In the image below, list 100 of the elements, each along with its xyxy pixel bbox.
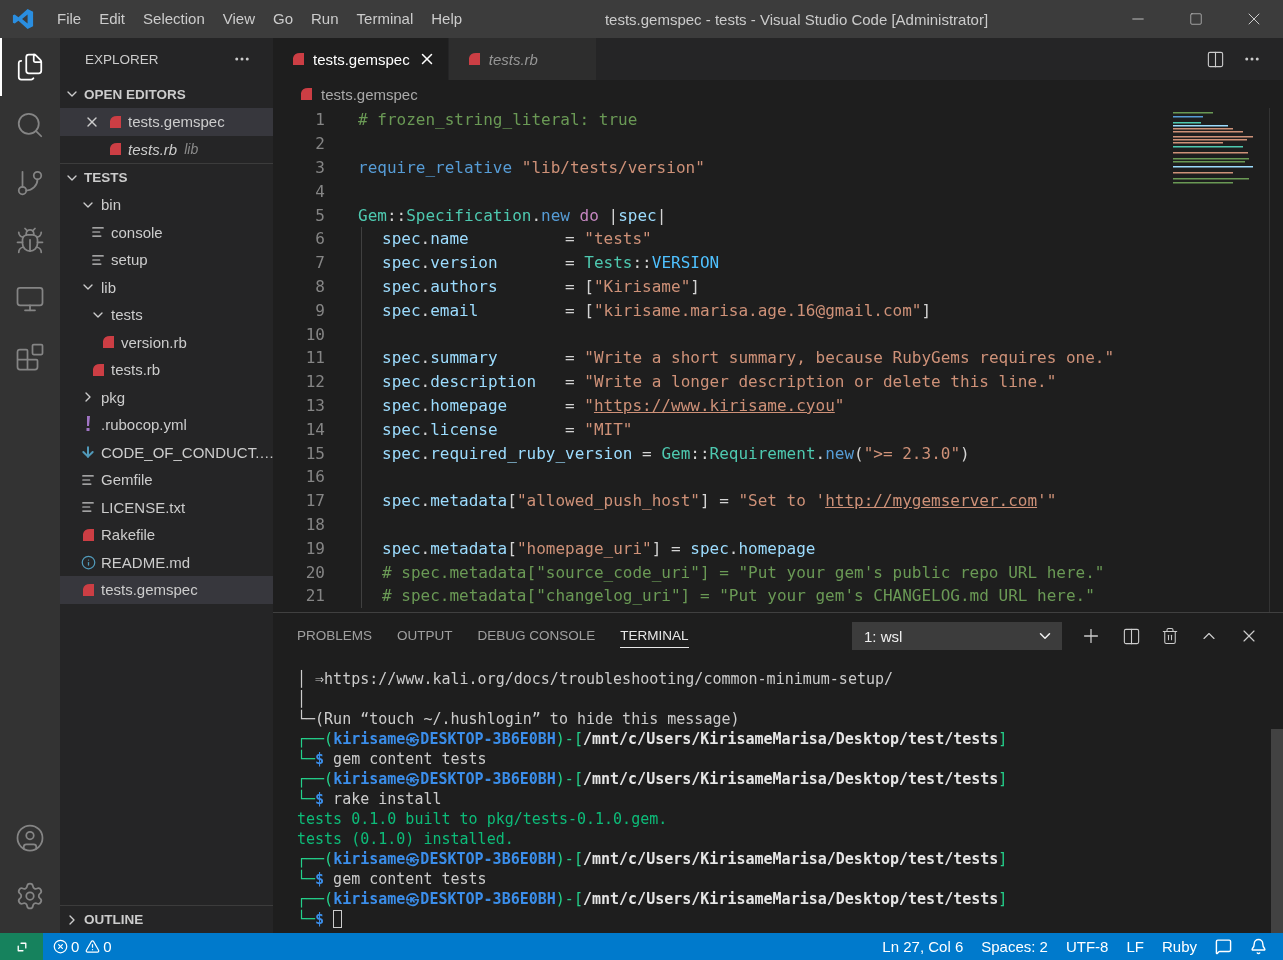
bug-icon[interactable] xyxy=(15,226,45,256)
file-tree-item[interactable]: tests.gemspec xyxy=(60,576,273,604)
maximize-icon[interactable] xyxy=(1189,12,1203,26)
editor-tab[interactable]: tests.gemspec xyxy=(273,38,449,80)
extensions-icon[interactable] xyxy=(15,342,45,372)
terminal-line: ┌──(kirisame㉿DESKTOP-3B6E0BH)-[/mnt/c/Users/KirisameMarisa/Desktop/test/tests] xyxy=(297,729,1008,749)
search-icon[interactable] xyxy=(15,110,45,140)
line-number: 2 xyxy=(314,134,325,154)
file-type-icon xyxy=(291,52,305,66)
code-line: spec.summary = "Write a short summary, because RubyGems requires one." xyxy=(382,348,1115,368)
menu-item[interactable]: Selection xyxy=(134,0,214,38)
error-icon xyxy=(53,939,68,954)
line-number: 13 xyxy=(304,395,325,415)
line-number: 8 xyxy=(314,276,325,296)
code-line: spec.description = "Write a longer description or delete this line." xyxy=(382,372,1057,392)
code-line: spec.email = ["kirisame.marisa.age.16@gmail.com"] xyxy=(382,300,932,320)
lines-icon xyxy=(91,252,105,267)
file-tree-item[interactable]: lib xyxy=(60,273,273,301)
code-line: spec.license = "MIT" xyxy=(382,419,633,439)
file-type-icon xyxy=(466,52,481,66)
split-terminal-icon[interactable] xyxy=(1122,626,1141,646)
file-tree-item[interactable]: CODE_OF_CONDUCT.… xyxy=(60,438,273,466)
code-line: spec.metadata["homepage_uri"] = spec.homepage xyxy=(382,538,816,558)
line-number: 20 xyxy=(304,562,325,582)
line-number: 4 xyxy=(314,181,325,201)
file-tree-item[interactable]: pkg xyxy=(60,383,273,411)
status-item[interactable]: LF xyxy=(1117,938,1153,955)
file-tree-item[interactable]: console xyxy=(60,218,273,246)
file-tree-item[interactable]: setup xyxy=(60,246,273,274)
file-tree-item[interactable]: bin xyxy=(60,191,273,219)
file-description: lib xyxy=(184,141,199,158)
terminal-line: └─(Run “touch ~/.hushlogin” to hide this message) xyxy=(297,710,740,728)
file-tree-item[interactable]: Rakefile xyxy=(60,521,273,549)
remote-button[interactable] xyxy=(0,933,43,960)
line-number: 3 xyxy=(314,158,325,177)
scrollbar-thumb[interactable] xyxy=(1271,729,1283,933)
terminal-select[interactable]: 1: wsl xyxy=(852,622,1062,650)
feedback-icon[interactable] xyxy=(1215,938,1232,955)
status-item[interactable]: UTF-8 xyxy=(1056,938,1118,955)
line-number: 11 xyxy=(304,348,325,368)
file-tree-item[interactable]: .rubocop.yml xyxy=(60,411,273,439)
split-editor-icon[interactable] xyxy=(1206,49,1225,69)
code-line: require_relative "lib/tests/version" xyxy=(358,158,705,177)
terminal-line: tests 0.1.0 built to pkg/tests-0.1.0.gem. xyxy=(297,810,668,828)
line-number: 12 xyxy=(304,372,325,392)
panel-tab[interactable]: TERMINAL xyxy=(620,624,689,648)
code-line: # frozen_string_literal: true xyxy=(358,110,638,130)
file-tree-item[interactable]: Gemfile xyxy=(60,466,273,494)
status-item[interactable]: Spaces: 2 xyxy=(972,938,1057,955)
line-number: 18 xyxy=(304,514,325,534)
menu-item[interactable]: View xyxy=(213,0,264,38)
file-tree-item[interactable]: LICENSE.txt xyxy=(60,493,273,521)
line-number: 21 xyxy=(304,586,325,606)
terminal-line: tests (0.1.0) installed. xyxy=(297,830,514,848)
code-line: # spec.metadata["source_code_uri"] = "Put your gem's public repo URL here." xyxy=(382,562,1105,582)
code-line: spec.metadata["allowed_push_host"] = "Set to 'http://mygemserver.com'" xyxy=(382,491,1057,511)
code-line: spec.homepage = "https://www.kirisame.cyou" xyxy=(382,395,845,415)
line-number: 15 xyxy=(304,443,325,463)
section-header[interactable]: OPEN EDITORS xyxy=(60,80,273,108)
terminal-line: │ xyxy=(297,690,307,708)
sidebar-title: EXPLORER xyxy=(85,51,159,67)
status-item[interactable]: Ruby xyxy=(1152,938,1206,955)
terminal-line: ┌──(kirisame㉿DESKTOP-3B6E0BH)-[/mnt/c/Users/KirisameMarisa/Desktop/test/tests] xyxy=(297,769,1008,789)
open-editor-item[interactable]: tests.rb lib xyxy=(60,135,273,163)
file-tree-item[interactable]: README.md xyxy=(60,548,273,576)
menu-item[interactable]: Help xyxy=(422,0,472,38)
panel-tab[interactable]: DEBUG CONSOLE xyxy=(477,624,596,648)
branch-icon[interactable] xyxy=(15,168,45,198)
file-tree-item[interactable]: tests.rb xyxy=(60,356,273,384)
menu-item[interactable]: Run xyxy=(302,0,348,38)
line-number: 6 xyxy=(314,229,325,249)
file-tree-item[interactable]: version.rb xyxy=(60,328,273,356)
file-type-icon xyxy=(299,87,313,101)
files-icon[interactable] xyxy=(15,52,45,82)
panel-tab[interactable]: PROBLEMS xyxy=(297,624,373,648)
menu-item[interactable]: File xyxy=(48,0,91,38)
warning-icon xyxy=(85,939,101,954)
breadcrumb[interactable]: tests.gemspec xyxy=(321,85,418,103)
lines-icon xyxy=(81,472,95,487)
settings-icon[interactable] xyxy=(15,881,45,911)
open-editor-item[interactable]: tests.gemspec xyxy=(60,108,273,136)
file-tree-item[interactable]: tests xyxy=(60,301,273,329)
terminal-line: └─$ gem content tests xyxy=(297,870,487,888)
warning-count: 0 xyxy=(103,938,112,955)
account-icon[interactable] xyxy=(15,823,45,853)
line-number: 1 xyxy=(314,110,325,130)
menu-item[interactable]: Edit xyxy=(90,0,135,38)
panel-tab[interactable]: OUTPUT xyxy=(397,624,453,648)
monitor-icon[interactable] xyxy=(15,284,45,314)
terminal-line: │ ⇒https://www.kali.org/docs/troubleshooting/common-minimum-setup/ xyxy=(297,670,894,688)
menu-item[interactable]: Terminal xyxy=(347,0,423,38)
bell-icon[interactable] xyxy=(1250,938,1267,955)
status-item[interactable]: Ln 27, Col 6 xyxy=(873,938,973,955)
terminal-line: ┌──(kirisame㉿DESKTOP-3B6E0BH)-[/mnt/c/Users/KirisameMarisa/Desktop/test/tests] xyxy=(297,889,1008,909)
code-line: Gem::Specification.new do |spec| xyxy=(358,205,667,225)
editor-tab[interactable]: tests.rb xyxy=(448,38,597,80)
arrow-down-icon xyxy=(80,444,96,461)
menu-item[interactable]: Go xyxy=(264,0,302,38)
trash-icon[interactable] xyxy=(1161,627,1179,645)
problems-status[interactable]: 0 0 xyxy=(43,938,121,955)
